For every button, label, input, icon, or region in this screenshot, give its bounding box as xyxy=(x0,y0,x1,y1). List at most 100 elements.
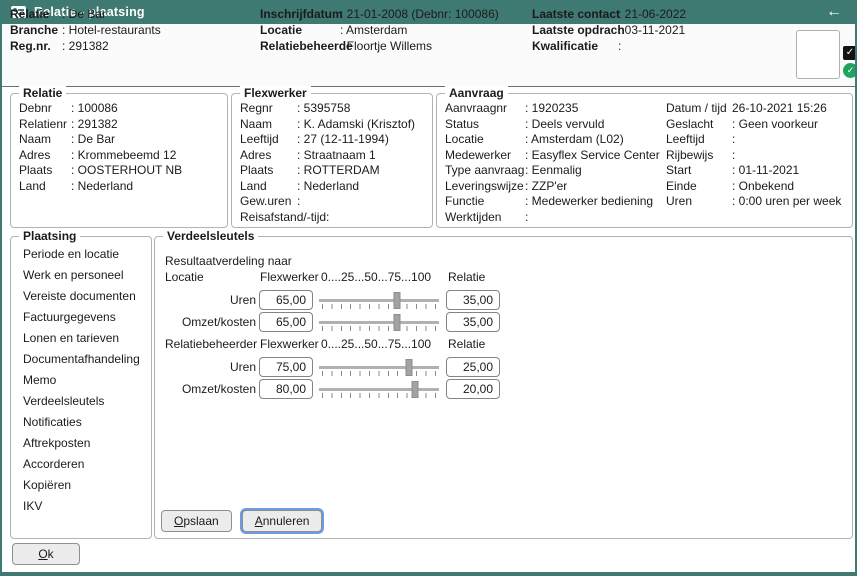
field-value: : 291382 xyxy=(62,39,109,53)
row-label: Uren xyxy=(165,357,256,377)
sidebar-item-vereiste-documenten[interactable]: Vereiste documenten xyxy=(23,286,140,307)
flexwerker-percentage-input[interactable]: 65,00 xyxy=(259,290,313,310)
field-row: Reisafstand/-tijd: xyxy=(240,210,415,226)
row-label: Omzet/kosten xyxy=(165,379,256,399)
panel-button-bar: Opslaan Annuleren xyxy=(161,510,322,532)
sidebar-item-kopieren[interactable]: Kopiëren xyxy=(23,475,140,496)
field-row: Adres: Straatnaam 1 xyxy=(240,148,415,164)
field-label: Start xyxy=(666,163,732,179)
sidebar-item-periode-en-locatie[interactable]: Periode en locatie xyxy=(23,244,140,265)
relatie-plaatsing-window: Relatie - plaatsing ← Relatie: De Bar Br… xyxy=(0,0,857,576)
field-value: : ROTTERDAM xyxy=(297,163,380,177)
field-label: Land xyxy=(19,179,71,195)
distribution-row-uren: Uren 65,00 35,00 xyxy=(165,290,525,310)
distribution-slider[interactable] xyxy=(319,312,439,332)
sidebar-item-ikv[interactable]: IKV xyxy=(23,496,140,517)
field-label: Adres xyxy=(19,148,71,164)
field-label: Relatie xyxy=(10,6,62,22)
field-label: Naam xyxy=(240,117,297,133)
flexwerker-percentage-input[interactable]: 75,00 xyxy=(259,357,313,377)
column-relatie: Relatie xyxy=(448,270,485,284)
field-label: Status xyxy=(445,117,525,133)
field-label: Reisafstand/-tijd: xyxy=(240,210,297,226)
panel-legend: Relatie xyxy=(19,86,66,100)
slider-ticks xyxy=(322,304,436,309)
relatie-percentage-input[interactable]: 20,00 xyxy=(446,379,500,399)
column-flexwerker: Flexwerker xyxy=(260,337,319,351)
save-button[interactable]: Opslaan xyxy=(161,510,232,532)
sidebar-item-notificaties[interactable]: Notificaties xyxy=(23,412,140,433)
panel-aanvraag: Aanvraag Aanvraagnr: 1920235 Status: Dee… xyxy=(436,93,853,228)
panel-rows-right: Datum / tijd26-10-2021 15:26 Geslacht: G… xyxy=(666,101,841,210)
field-value: : 0:00 uren per week xyxy=(732,194,841,208)
sidebar-item-factuurgegevens[interactable]: Factuurgegevens xyxy=(23,307,140,328)
field-value: : Nederland xyxy=(71,179,133,193)
field-label: Reg.nr. xyxy=(10,38,62,54)
distribution-row-omzet: Omzet/kosten 80,00 20,00 xyxy=(165,379,525,399)
panel-relatie: Relatie Debnr: 100086 Relatienr: 291382 … xyxy=(10,93,228,228)
status-ok-icon[interactable]: ✓ xyxy=(843,63,857,78)
field-value: : Amsterdam xyxy=(340,23,407,37)
field-value: : xyxy=(297,194,300,208)
slider-track xyxy=(319,388,439,391)
field-value: : 01-11-2021 xyxy=(732,163,799,177)
slider-ticks xyxy=(322,393,436,398)
distribution-row-uren: Uren 75,00 25,00 xyxy=(165,357,525,377)
distribution-slider[interactable] xyxy=(319,379,439,399)
field-label: Geslacht xyxy=(666,117,732,133)
field-value: : Krommebeemd 12 xyxy=(71,148,176,162)
cancel-button[interactable]: Annuleren xyxy=(242,510,323,532)
sidebar-item-verdeelsleutels[interactable]: Verdeelsleutels xyxy=(23,391,140,412)
distribution-slider[interactable] xyxy=(319,357,439,377)
field-value: : 291382 xyxy=(71,117,118,131)
section-name: Locatie xyxy=(165,270,204,284)
sidebar-item-accorderen[interactable]: Accorderen xyxy=(23,454,140,475)
field-label: Adres xyxy=(240,148,297,164)
distribution-slider[interactable] xyxy=(319,290,439,310)
sidebar-item-memo[interactable]: Memo xyxy=(23,370,140,391)
field-row: Relatiebeheerde: Floortje Willems xyxy=(260,38,499,54)
row-label: Omzet/kosten xyxy=(165,312,256,332)
field-row: Werktijden: xyxy=(445,210,660,226)
field-label: Datum / tijd xyxy=(666,101,732,117)
flexwerker-percentage-input[interactable]: 65,00 xyxy=(259,312,313,332)
slider-handle[interactable] xyxy=(394,314,401,331)
field-label: Locatie xyxy=(260,22,340,38)
field-row: Debnr: 100086 xyxy=(19,101,182,117)
field-label: Leeftijd xyxy=(666,132,732,148)
relatie-percentage-input[interactable]: 25,00 xyxy=(446,357,500,377)
field-row: Datum / tijd26-10-2021 15:26 xyxy=(666,101,841,117)
field-value: : Nederland xyxy=(297,179,359,193)
field-value: : xyxy=(618,39,621,53)
slider-handle[interactable] xyxy=(412,381,419,398)
field-row: Naam: De Bar xyxy=(19,132,182,148)
header-column-relatie: Relatie: De Bar Branche: Hotel-restauran… xyxy=(10,6,161,54)
field-row: Kwalificatie: xyxy=(532,38,686,54)
distribution-row-omzet: Omzet/kosten 65,00 35,00 xyxy=(165,312,525,332)
slider-handle[interactable] xyxy=(394,292,401,309)
field-row: Locatie: Amsterdam xyxy=(260,22,499,38)
field-value: : Geen voorkeur xyxy=(732,117,818,131)
field-value: : xyxy=(525,210,528,224)
ok-button[interactable]: Ok xyxy=(12,543,80,565)
field-row: Inschrijfdatum: 21-01-2008 (Debnr: 10008… xyxy=(260,6,499,22)
field-label: Kwalificatie xyxy=(532,38,618,54)
slider-handle[interactable] xyxy=(406,359,413,376)
relatie-percentage-input[interactable]: 35,00 xyxy=(446,290,500,310)
checked-checkbox-icon[interactable]: ✓ xyxy=(843,46,857,60)
sidebar-item-werk-en-personeel[interactable]: Werk en personeel xyxy=(23,265,140,286)
section-header-locatie: Locatie Flexwerker 0....25...50...75...1… xyxy=(165,270,565,284)
relatie-percentage-input[interactable]: 35,00 xyxy=(446,312,500,332)
sidebar-item-documentafhandeling[interactable]: Documentafhandeling xyxy=(23,349,140,370)
sidebar-item-lonen-en-tarieven[interactable]: Lonen en tarieven xyxy=(23,328,140,349)
field-label: Werktijden xyxy=(445,210,525,226)
sidebar-item-aftrekposten[interactable]: Aftrekposten xyxy=(23,433,140,454)
field-value: : Medewerker bediening xyxy=(525,194,653,208)
field-label: Relatiebeheerde xyxy=(260,38,340,54)
slider-track xyxy=(319,366,439,369)
field-row: Adres: Krommebeemd 12 xyxy=(19,148,182,164)
flexwerker-percentage-input[interactable]: 80,00 xyxy=(259,379,313,399)
field-row: Branche: Hotel-restaurants xyxy=(10,22,161,38)
field-label: Inschrijfdatum xyxy=(260,6,340,22)
back-arrow-icon[interactable]: ← xyxy=(826,4,842,20)
